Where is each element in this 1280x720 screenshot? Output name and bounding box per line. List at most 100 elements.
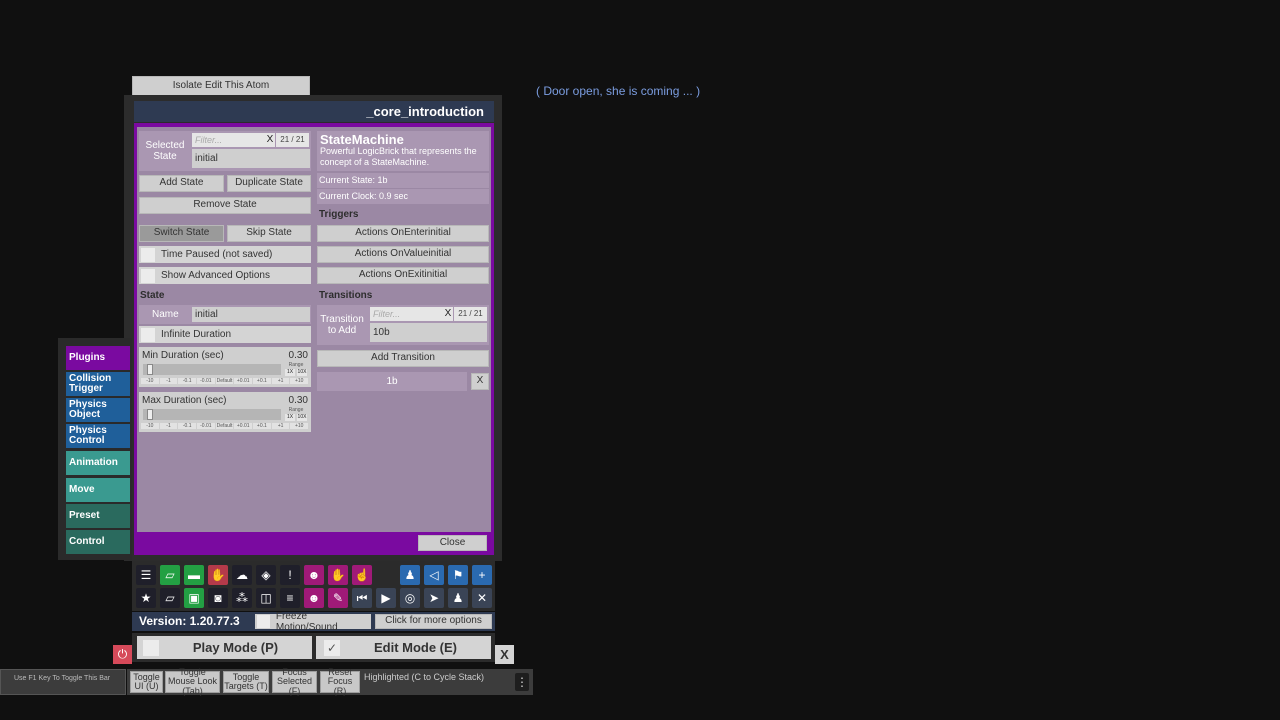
wrench-icon[interactable]: ✎ <box>328 588 348 608</box>
play-mode-checkbox[interactable] <box>143 639 159 656</box>
tick-button[interactable]: +10 <box>290 423 309 429</box>
tick-button[interactable]: Default <box>215 423 234 429</box>
transition-filter-input[interactable]: Filter... <box>370 307 443 321</box>
tools-icon[interactable]: ✕ <box>472 588 492 608</box>
target-icon[interactable]: ◎ <box>400 588 420 608</box>
person-add-icon[interactable]: ☻ <box>304 565 324 585</box>
transition-dropdown[interactable]: 10b <box>370 323 487 342</box>
time-paused-checkbox[interactable] <box>141 247 155 262</box>
tick-button[interactable]: -0.01 <box>197 378 215 384</box>
edit-mode-checkbox[interactable]: ✓ <box>324 639 340 656</box>
switch-state-button[interactable]: Switch State <box>139 225 224 242</box>
package-icon[interactable]: ◫ <box>256 588 276 608</box>
tick-button[interactable]: -0.01 <box>197 423 215 429</box>
reset-focus-button[interactable]: Reset Focus (R) <box>320 667 360 695</box>
show-advanced-checkbox[interactable] <box>141 268 155 283</box>
min-duration-handle[interactable] <box>146 364 153 375</box>
more-options-button[interactable]: Click for more options <box>375 614 492 629</box>
tab-plugins[interactable]: Plugins <box>66 346 130 370</box>
hand-stop-icon[interactable]: ✋ <box>208 565 228 585</box>
freeze-motion-checkbox[interactable] <box>257 615 270 628</box>
on-value-actions-button[interactable]: Actions OnValueinitial <box>317 246 489 263</box>
freeze-motion-toggle[interactable]: Freeze Motion/Sound <box>255 611 371 633</box>
infinite-duration-toggle[interactable]: Infinite Duration <box>139 326 311 343</box>
time-paused-toggle[interactable]: Time Paused (not saved) <box>139 246 311 263</box>
duplicate-state-button[interactable]: Duplicate State <box>227 175 311 192</box>
on-enter-actions-button[interactable]: Actions OnEnterinitial <box>317 225 489 242</box>
scene-open-icon[interactable]: ▱ <box>160 565 180 585</box>
tick-button[interactable]: +0.01 <box>234 423 253 429</box>
max-duration-handle[interactable] <box>146 409 153 420</box>
focus-selected-button[interactable]: Focus Selected (F) <box>272 667 317 695</box>
camera-icon[interactable]: ◙ <box>208 588 228 608</box>
state-name-input[interactable]: initial <box>192 307 310 322</box>
tick-button[interactable]: +0.1 <box>253 378 271 384</box>
tick-button[interactable]: -1 <box>159 423 178 429</box>
edit-mode-toggle[interactable]: ✓ Edit Mode (E) <box>316 636 491 659</box>
tick-button[interactable]: -1 <box>159 378 178 384</box>
touch-icon[interactable]: ☝ <box>352 565 372 585</box>
skip-back-icon[interactable]: ⏮ <box>352 588 372 608</box>
on-exit-actions-button[interactable]: Actions OnExitinitial <box>317 267 489 284</box>
cursor-icon[interactable]: ➤ <box>424 588 444 608</box>
cloud-icon[interactable]: ☁ <box>232 565 252 585</box>
plus-icon[interactable]: + <box>472 565 492 585</box>
unity-icon[interactable]: ◁ <box>424 565 444 585</box>
tab-move[interactable]: Move <box>66 478 130 502</box>
skip-state-button[interactable]: Skip State <box>227 225 311 242</box>
selected-state-dropdown[interactable]: initial <box>192 149 310 168</box>
toggle-mouse-look-button[interactable]: Toggle Mouse Look (Tab) <box>165 667 220 695</box>
show-advanced-toggle[interactable]: Show Advanced Options <box>139 267 311 284</box>
min-duration-range-1x[interactable]: 1X <box>285 369 295 376</box>
tick-button[interactable]: -0.1 <box>178 423 197 429</box>
tick-button[interactable]: +0.1 <box>253 423 271 429</box>
tab-control[interactable]: Control <box>66 530 130 554</box>
tab-preset[interactable]: Preset <box>66 504 130 528</box>
close-button[interactable]: Close <box>418 535 487 551</box>
tick-button[interactable]: +1 <box>271 378 290 384</box>
toggle-ui-button[interactable]: Toggle UI (U) <box>130 671 163 693</box>
min-duration-track[interactable] <box>143 364 281 375</box>
max-duration-range-10x[interactable]: 10X <box>297 414 307 421</box>
add-state-button[interactable]: Add State <box>139 175 224 192</box>
remove-state-button[interactable]: Remove State <box>139 197 311 214</box>
person-minus-icon[interactable]: ☻ <box>304 588 324 608</box>
tab-physics-control[interactable]: Physics Control <box>66 424 130 448</box>
screenshot-icon[interactable]: ▣ <box>184 588 204 608</box>
add-transition-button[interactable]: Add Transition <box>317 350 489 367</box>
play-mode-toggle[interactable]: Play Mode (P) <box>137 636 312 659</box>
graph-icon[interactable]: ⁂ <box>232 588 252 608</box>
transition-filter-clear[interactable]: X <box>443 307 453 321</box>
tick-button[interactable]: +0.01 <box>234 378 253 384</box>
tab-physics-object[interactable]: Physics Object <box>66 398 130 422</box>
max-duration-track[interactable] <box>143 409 281 420</box>
person-icon[interactable]: ♟ <box>400 565 420 585</box>
play-icon[interactable]: ▶ <box>376 588 396 608</box>
tick-button[interactable]: Default <box>215 378 234 384</box>
tab-collision-trigger[interactable]: Collision Trigger <box>66 372 130 396</box>
infinite-duration-checkbox[interactable] <box>141 327 155 342</box>
state-filter-input[interactable]: Filter... <box>192 133 265 147</box>
scene-icon[interactable]: ▱ <box>160 588 180 608</box>
tab-animation[interactable]: Animation <box>66 451 130 475</box>
tick-button[interactable]: -10 <box>141 378 159 384</box>
star-icon[interactable]: ★ <box>136 588 156 608</box>
people-icon[interactable]: ♟ <box>448 588 468 608</box>
hand-icon[interactable]: ✋ <box>328 565 348 585</box>
folder-icon[interactable]: ▬ <box>184 565 204 585</box>
power-icon[interactable]: ⏻ <box>113 645 132 664</box>
min-duration-range-10x[interactable]: 10X <box>297 369 307 376</box>
tick-button[interactable]: +10 <box>290 378 309 384</box>
flag-icon[interactable]: ⚑ <box>448 565 468 585</box>
remove-transition-button[interactable]: X <box>471 373 489 390</box>
alert-icon[interactable]: ! <box>280 565 300 585</box>
tick-button[interactable]: -0.1 <box>178 378 197 384</box>
menu-icon[interactable]: ☰ <box>136 565 156 585</box>
more-vert-icon[interactable]: ⋮ <box>515 673 529 691</box>
state-filter-clear[interactable]: X <box>265 133 275 147</box>
max-duration-range-1x[interactable]: 1X <box>285 414 295 421</box>
tick-button[interactable]: +1 <box>271 423 290 429</box>
tick-button[interactable]: -10 <box>141 423 159 429</box>
cube-icon[interactable]: ◈ <box>256 565 276 585</box>
document-icon[interactable]: ≡ <box>280 588 300 608</box>
